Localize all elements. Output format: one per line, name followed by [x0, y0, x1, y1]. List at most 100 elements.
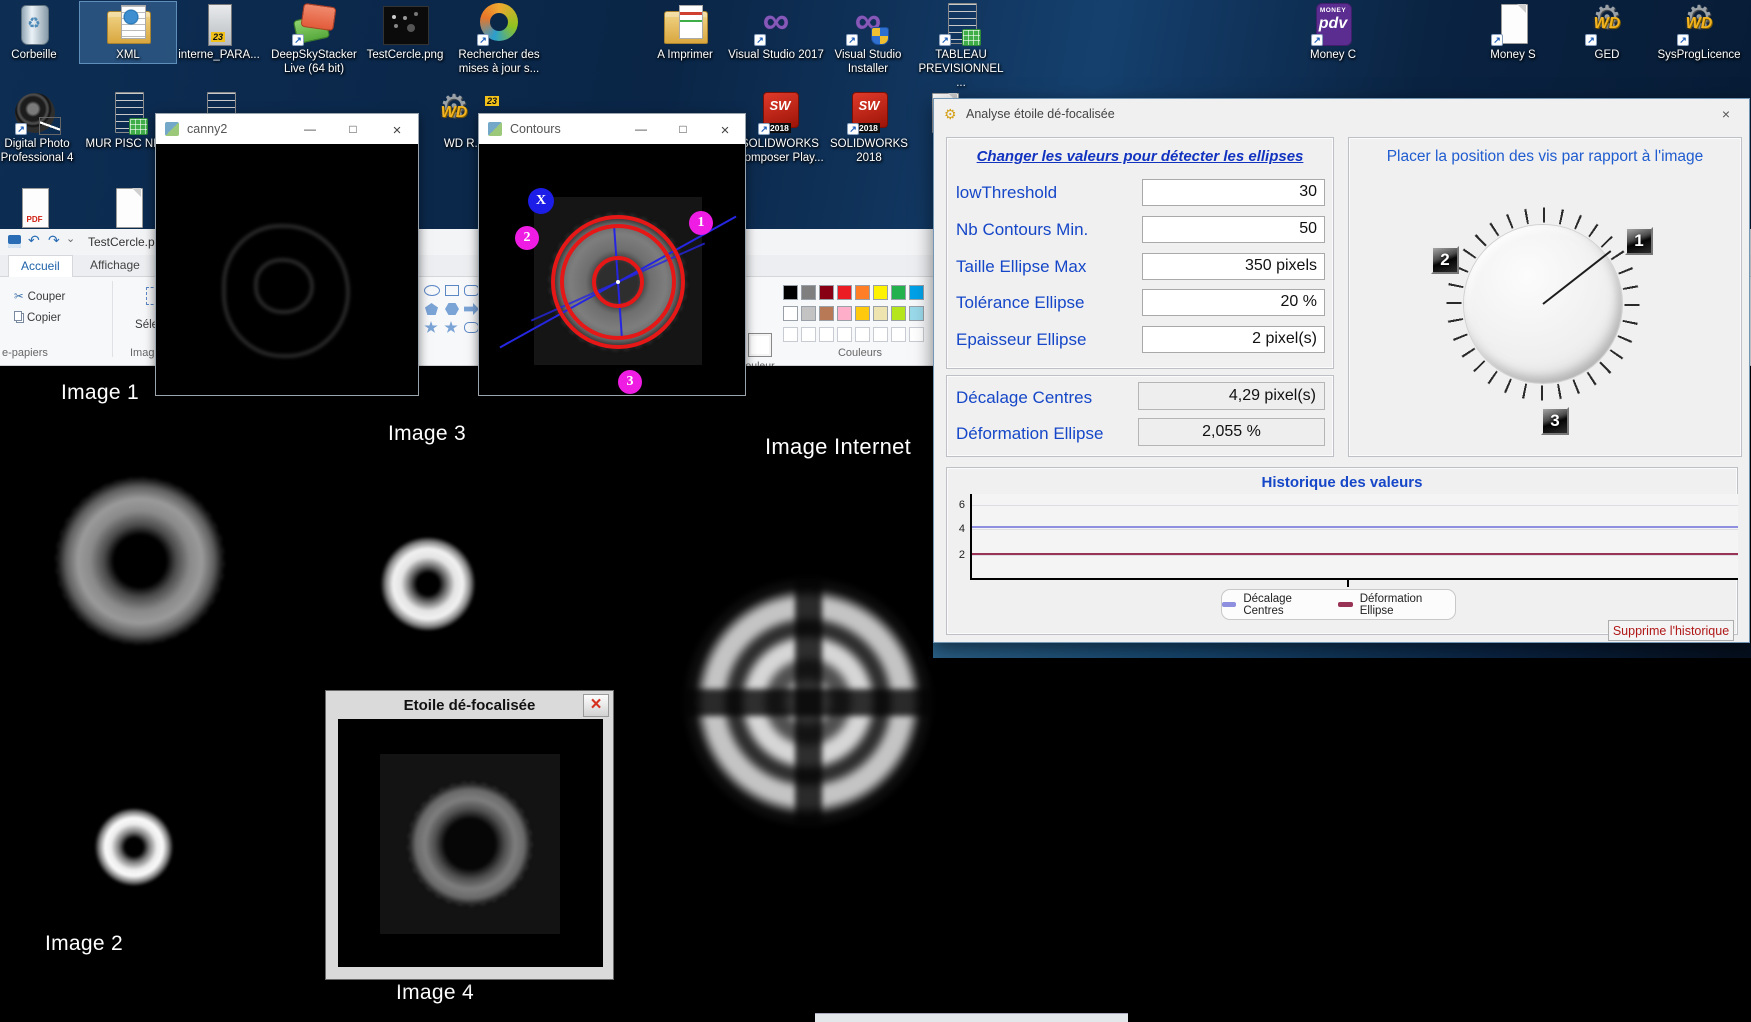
param-label: Taille Ellipse Max	[956, 257, 1086, 277]
copier-button[interactable]: Copier	[14, 311, 61, 324]
minimize-button[interactable]: —	[300, 122, 320, 136]
palette-swatch-empty[interactable]	[783, 327, 798, 342]
shape-arrow[interactable]	[464, 303, 479, 315]
undo-icon[interactable]: ↶	[28, 232, 40, 249]
marker-1-badge: 1	[689, 211, 713, 235]
desktop-icon-testcercle[interactable]: TestCercle.png	[357, 2, 453, 63]
palette-swatch[interactable]	[855, 285, 870, 300]
series-line-decalage	[972, 526, 1738, 528]
palette-swatch-empty[interactable]	[837, 327, 852, 342]
palette-swatch-empty[interactable]	[891, 327, 906, 342]
tolerance-ellipse-input[interactable]: 20 %	[1142, 289, 1325, 316]
desktop-icon-ged[interactable]: ⚙WD↗ GED	[1559, 2, 1655, 63]
canny2-titlebar[interactable]: canny2 — □ ×	[156, 114, 418, 144]
palette-swatch[interactable]	[909, 285, 924, 300]
desktop-icon-interne-para[interactable]: 23 interne_PARA...	[171, 2, 267, 63]
shape-ellipse[interactable]	[424, 285, 440, 296]
canvas-label-image3: Image 3	[388, 422, 466, 446]
shape-pentagon[interactable]	[425, 303, 438, 315]
shape-star-6[interactable]	[444, 321, 458, 334]
params-header-link[interactable]: Changer les valeurs pour détecter les el…	[947, 148, 1333, 165]
couleur2-swatch[interactable]	[748, 333, 772, 357]
palette-swatch[interactable]	[783, 306, 798, 321]
minimize-button[interactable]: —	[631, 122, 651, 136]
gridline	[972, 505, 1738, 506]
document-icon: ↗	[1489, 2, 1537, 46]
palette-swatch[interactable]	[783, 285, 798, 300]
save-icon[interactable]	[8, 235, 21, 248]
spreadsheet-doc-icon	[104, 91, 152, 135]
tab-accueil[interactable]: Accueil	[8, 255, 73, 277]
palette-swatch[interactable]	[855, 306, 870, 321]
lowthreshold-input[interactable]: 30	[1142, 179, 1325, 206]
palette-swatch-empty[interactable]	[873, 327, 888, 342]
desktop-icon-tableau-previsionnel[interactable]: ↗ TABLEAU PREVISIONNEL ...	[913, 2, 1009, 90]
etoile-canvas	[338, 719, 603, 967]
close-button[interactable]: ×	[387, 122, 407, 139]
desktop-icon-visual-studio-2017[interactable]: ∞↗ Visual Studio 2017	[728, 2, 824, 63]
archive-badge-fragment: 23	[485, 96, 499, 106]
desktop-icon-digital-photo[interactable]: ↗ Digital Photo Professional 4	[0, 91, 85, 166]
palette-swatch[interactable]	[891, 285, 906, 300]
shape-star[interactable]	[424, 321, 438, 334]
close-button[interactable]: ×	[583, 694, 609, 717]
shape-rounded-rect[interactable]	[464, 285, 479, 296]
scissors-icon: ✂	[14, 291, 24, 303]
close-button[interactable]: ×	[1715, 106, 1737, 122]
palette-swatch[interactable]	[837, 306, 852, 321]
palette-swatch-empty[interactable]	[819, 327, 834, 342]
palette-swatch[interactable]	[819, 285, 834, 300]
shape-speech-bubble[interactable]	[464, 322, 479, 333]
shape-hexagon[interactable]	[445, 303, 459, 315]
desktop-icon-sw-composer[interactable]: SW2018↗ SOLIDWORKS Composer Play...	[732, 91, 828, 166]
desktop-icon-deepskystacker[interactable]: ↗ DeepSkyStacker Live (64 bit)	[266, 2, 362, 77]
desktop-icon-rechercher-maj[interactable]: ↗ Rechercher des mises à jour s...	[451, 2, 547, 77]
taille-ellipse-max-input[interactable]: 350 pixels	[1142, 253, 1325, 280]
copy-icon	[14, 311, 22, 321]
palette-swatch[interactable]	[819, 306, 834, 321]
dialog-titlebar[interactable]: ⚙ Analyse étoile dé-focalisée ×	[934, 99, 1749, 129]
desktop-icon-corbeille[interactable]: ♻ Corbeille	[0, 2, 82, 63]
epaisseur-ellipse-input[interactable]: 2 pixel(s)	[1142, 326, 1325, 353]
history-plot-area	[970, 494, 1738, 580]
maximize-button[interactable]: □	[343, 122, 363, 136]
screw-marker-3[interactable]: 3	[1541, 407, 1569, 435]
nb-contours-min-input[interactable]: 50	[1142, 216, 1325, 243]
desktop-icon-pdf[interactable]: PDF	[0, 186, 82, 230]
etoile-window-title: Etoile dé-focalisée	[326, 697, 613, 714]
palette-swatch[interactable]	[873, 306, 888, 321]
desktop-icon-sysproglicence[interactable]: ⚙WD↗ SysProgLicence	[1651, 2, 1747, 63]
desktop-icon-wd-r[interactable]: ⚙WD WD R...	[424, 91, 484, 152]
palette-swatch[interactable]	[909, 306, 924, 321]
redo-icon[interactable]: ↷	[48, 232, 60, 249]
palette-swatch-empty[interactable]	[855, 327, 870, 342]
palette-swatch-empty[interactable]	[909, 327, 924, 342]
legend-dash-decalage	[1222, 602, 1236, 607]
etoile-window: Etoile dé-focalisée ×	[325, 690, 614, 980]
screw-marker-2[interactable]: 2	[1431, 246, 1459, 274]
desktop-icon-a-imprimer[interactable]: A Imprimer	[637, 2, 733, 63]
palette-swatch[interactable]	[873, 285, 888, 300]
qat-dropdown-icon[interactable]: ⌄	[66, 232, 75, 245]
desktop-icon-xml[interactable]: XML	[80, 2, 176, 63]
palette-swatch[interactable]	[801, 306, 816, 321]
close-button[interactable]: ×	[715, 122, 735, 139]
screw-marker-1[interactable]: 1	[1625, 227, 1653, 255]
desktop-icon-money-s[interactable]: ↗ Money S	[1465, 2, 1561, 63]
maximize-button[interactable]: □	[673, 122, 693, 136]
contours-titlebar[interactable]: Contours — □ ×	[479, 114, 745, 144]
supprime-historique-button[interactable]: Supprime l'historique	[1608, 620, 1734, 641]
palette-swatch[interactable]	[837, 285, 852, 300]
results-groupbox: Décalage Centres 4,29 pixel(s) Déformati…	[946, 375, 1334, 457]
palette-swatch[interactable]	[891, 306, 906, 321]
palette-swatch[interactable]	[801, 285, 816, 300]
desktop-icon-label: interne_PARA...	[171, 49, 267, 63]
tab-affichage[interactable]: Affichage	[78, 255, 152, 277]
desktop-icon-money-pdv[interactable]: MONEYpdv↗ Money C	[1285, 2, 1381, 63]
palette-swatch-empty[interactable]	[801, 327, 816, 342]
desktop-icon-vs-installer[interactable]: ∞↗ Visual Studio Installer	[820, 2, 916, 77]
visual-studio-installer-icon: ∞↗	[844, 2, 892, 46]
colors-group-label: Couleurs	[820, 347, 900, 359]
couper-button[interactable]: ✂Couper	[14, 289, 65, 303]
shape-rectangle[interactable]	[445, 285, 459, 296]
